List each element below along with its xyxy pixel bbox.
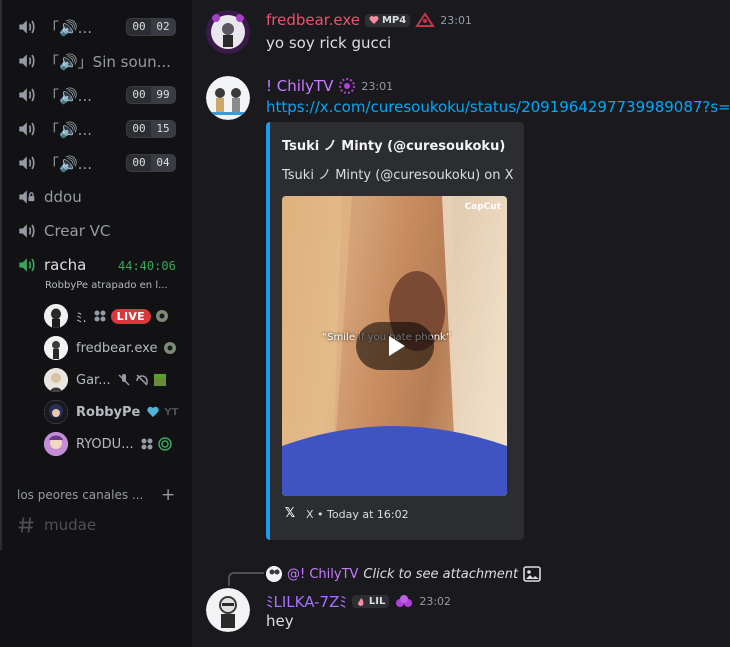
timestamp: 23:01 [440, 13, 472, 27]
activity-icon [141, 438, 153, 450]
speaker-icon [19, 156, 35, 170]
image-icon [523, 566, 541, 582]
server-tag: MP4 [364, 13, 411, 27]
embed-author[interactable]: Tsuki ノ Minty (@curesoukoku) [282, 135, 505, 154]
voice-user[interactable]: RobbyPe YT [44, 398, 184, 426]
username: Gar... [76, 372, 111, 388]
avatar [44, 304, 68, 328]
category-header[interactable]: los peores canales ... [17, 488, 143, 502]
link-embed: Tsuki ノ Minty (@curesoukoku) Tsuki ノ Min… [266, 122, 524, 540]
gear-icon [155, 310, 168, 322]
channel-name: Crear VC [44, 222, 111, 240]
voice-channel-crear-vc[interactable]: Crear VC [16, 216, 184, 246]
user-count-badge: 00 04 [126, 154, 176, 172]
channel-name: ddou [44, 188, 82, 206]
speaker-icon [19, 122, 35, 136]
channel-sidebar: 「🔊... 00 02 「🔊」Sin soun... 「🔊... 00 99 「🔊.… [0, 0, 192, 647]
channel-name: racha [44, 256, 87, 274]
author-name[interactable]: fredbear.exe [266, 11, 360, 29]
voice-user[interactable]: fredbear.exe [44, 334, 184, 362]
avatar[interactable] [206, 588, 250, 632]
activity-icon [94, 310, 106, 322]
message-text: hey [266, 612, 294, 630]
avatar [44, 336, 68, 360]
voice-user[interactable]: Gar... [44, 366, 184, 394]
timestamp: 23:02 [419, 595, 452, 608]
muted-mic-icon [118, 374, 130, 386]
deafened-icon [135, 374, 148, 386]
reply-author[interactable]: @! ChilyTV [287, 567, 358, 582]
hashtag-icon [18, 517, 34, 533]
username: ﾐ. [76, 310, 87, 326]
text-channel-mudae[interactable]: mudae [16, 510, 184, 540]
message-text: yo soy rick gucci [266, 34, 392, 52]
avatar [44, 368, 68, 392]
channel-name: 「🔊... [44, 154, 92, 173]
user-count-badge: 00 15 [126, 120, 176, 138]
speaker-icon [19, 88, 35, 102]
username: RYODU... [76, 436, 134, 452]
locked-speaker-icon [19, 190, 35, 204]
spotify-icon [157, 437, 172, 451]
gear-icon [164, 342, 177, 354]
avatar[interactable] [206, 10, 250, 54]
flame-icon [357, 597, 364, 606]
user-count-badge: 00 02 [126, 18, 176, 36]
message-link[interactable]: https://x.com/curesoukoku/status/2091964… [266, 98, 730, 116]
emblem-icon [415, 12, 436, 27]
voice-user[interactable]: ﾐ. LIVE [44, 302, 184, 330]
author-name[interactable]: ! ChilyTV [266, 77, 333, 95]
avatar [44, 432, 68, 456]
embed-source: X [306, 507, 314, 521]
live-badge: LIVE [110, 308, 151, 324]
voice-channel-2[interactable]: 「🔊」Sin soun... [16, 46, 184, 76]
embed-time: Today at 16:02 [327, 507, 409, 521]
user-count-badge: 00 99 [126, 86, 176, 104]
username: fredbear.exe [76, 340, 158, 356]
embed-video[interactable]: CapCut “Smile if you hate phonk” [282, 196, 507, 496]
avatar [44, 400, 68, 424]
avatar [266, 566, 282, 582]
emblem-icon [339, 78, 356, 94]
game-activity-icon [153, 374, 166, 386]
emblem-icon [396, 594, 413, 607]
x-logo-icon: 𝕏 [284, 506, 296, 521]
chat-area: fredbear.exe MP4 23:01 yo soy rick gucci… [192, 0, 730, 647]
speaker-icon [19, 258, 35, 272]
avatar[interactable] [206, 76, 250, 120]
voice-channel-ddou[interactable]: ddou [16, 182, 184, 212]
heart-icon [369, 16, 379, 24]
reply-preview[interactable]: @! ChilyTV Click to see attachment [266, 566, 541, 582]
voice-user[interactable]: RYODU... [44, 430, 184, 458]
reply-text[interactable]: Click to see attachment [363, 567, 518, 582]
channel-name: 「🔊... [44, 18, 92, 37]
sidebar-divider [0, 0, 2, 550]
speaker-icon [19, 224, 35, 238]
heart-icon [147, 406, 160, 417]
play-button[interactable] [356, 322, 434, 370]
add-channel-button[interactable]: + [161, 485, 175, 505]
speaker-icon [19, 54, 35, 68]
timestamp: 23:01 [361, 79, 394, 93]
server-tag: LIL [351, 595, 390, 608]
username: RobbyPe [76, 404, 141, 420]
channel-name: 「🔊」Sin soun... [44, 52, 171, 71]
play-icon [389, 336, 405, 356]
speaker-icon [19, 20, 35, 34]
call-timer: 44:40:06 [118, 259, 176, 273]
channel-name: 「🔊... [44, 86, 92, 105]
channel-status: RobbyPe atrapado en l... [45, 280, 168, 291]
video-watermark: CapCut [464, 202, 501, 212]
embed-description: Tsuki ノ Minty (@curesoukoku) on X [282, 168, 514, 183]
author-name[interactable]: ﾐLILKA-7Zﾐ [266, 591, 347, 612]
reply-connector [228, 572, 264, 586]
embed-footer: 𝕏 X • Today at 16:02 [282, 506, 409, 522]
channel-name: mudae [44, 516, 97, 534]
channel-name: 「🔊... [44, 120, 92, 139]
